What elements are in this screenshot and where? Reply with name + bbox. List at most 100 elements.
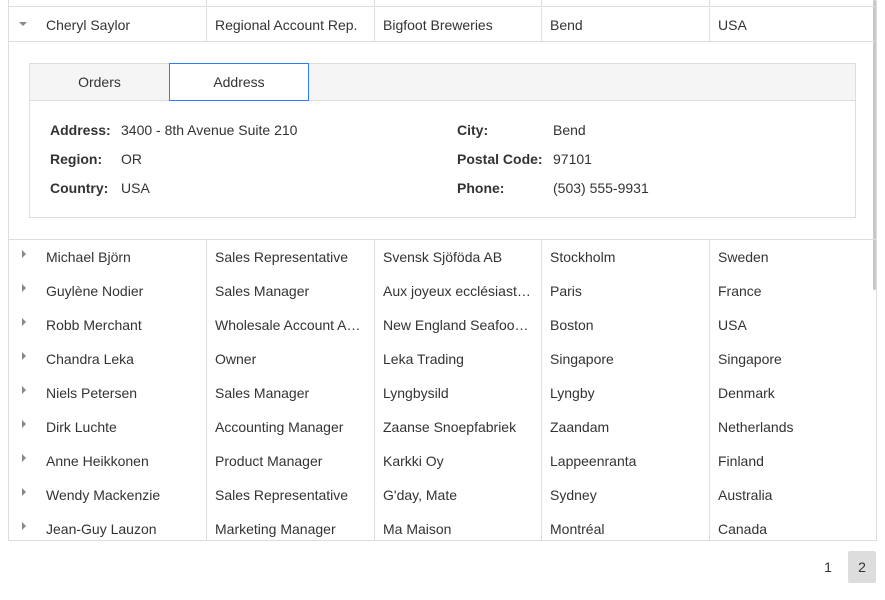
phone-value: (503) 555-9931: [553, 180, 649, 196]
tab-address[interactable]: Address: [169, 63, 309, 101]
table-row[interactable]: Michael Björn Sales Representative Svensk …: [9, 240, 876, 274]
address-field: Address: 3400 - 8th Avenue Suite 210: [50, 120, 297, 140]
region-field: Region: OR: [50, 149, 142, 169]
cell-country: Australia: [709, 478, 876, 512]
tabs-bar: Orders Address: [30, 63, 855, 101]
expand-toggle[interactable]: [9, 274, 38, 308]
cell-contact-name: Michael Björn: [46, 249, 131, 265]
cell-contact-title: Accounting Manager: [206, 410, 374, 444]
city-value: Bend: [553, 122, 586, 138]
country-value: USA: [121, 180, 150, 196]
cell-contact-title: Sales Representative: [206, 240, 374, 274]
caret-right-icon: [22, 284, 26, 292]
expand-toggle[interactable]: [9, 410, 38, 444]
table-row[interactable]: Dirk Luchte Accounting Manager Zaanse Snoe…: [9, 410, 876, 444]
cell-company-name: G'day, Mate: [374, 478, 541, 512]
expand-toggle[interactable]: [9, 444, 38, 478]
cell-country: USA: [709, 8, 876, 41]
cell-contact-name: Jean-Guy Lauzon: [46, 521, 157, 537]
cell-city: Lappeenranta: [541, 444, 709, 478]
caret-right-icon: [22, 386, 26, 394]
cell-city: Sydney: [541, 478, 709, 512]
cell-city: Paris: [541, 274, 709, 308]
cell-city: Singapore: [541, 342, 709, 376]
cell-contact-name: Cheryl Saylor: [46, 17, 131, 33]
cell-company-name: Lyngbysild: [374, 376, 541, 410]
pager: 1 2: [0, 541, 885, 600]
postal-code-label: Postal Code:: [457, 151, 543, 167]
table-row[interactable]: Guylène Nodier Sales Manager Aux joyeux ec…: [9, 274, 876, 308]
cell-country: USA: [709, 308, 876, 342]
cell-country: Netherlands: [709, 410, 876, 444]
cell-company-name: Aux joyeux ecclésiastiques: [374, 274, 541, 308]
cell-contact-title: Sales Representative: [206, 478, 374, 512]
country-label: Country:: [50, 180, 109, 196]
caret-right-icon: [22, 488, 26, 496]
cell-city: Stockholm: [541, 240, 709, 274]
page-2-button-current[interactable]: 2: [848, 551, 876, 583]
expand-toggle[interactable]: [9, 308, 38, 342]
postal-code-value: 97101: [553, 151, 592, 167]
cell-contact-title: Product Manager: [206, 444, 374, 478]
cell-company-name: Bigfoot Breweries: [374, 8, 541, 41]
cell-country: Denmark: [709, 376, 876, 410]
cell-contact-name: Robb Merchant: [46, 317, 142, 333]
cell-contact-title: Regional Account Rep.: [206, 8, 374, 41]
previous-row-stub: [9, 0, 876, 7]
caret-right-icon: [22, 420, 26, 428]
page-1-button[interactable]: 1: [814, 551, 842, 583]
expand-toggle[interactable]: [9, 376, 38, 410]
master-row-expanded[interactable]: Cheryl Saylor Regional Account Rep. Bigf…: [9, 8, 876, 42]
cell-contact-title: Sales Manager: [206, 274, 374, 308]
cell-company-name: New England Seafood Cannery: [374, 308, 541, 342]
grid: Cheryl Saylor Regional Account Rep. Bigf…: [8, 0, 877, 541]
cell-contact-title: Wholesale Account Agent: [206, 308, 374, 342]
cell-country: Sweden: [709, 240, 876, 274]
caret-right-icon: [22, 454, 26, 462]
region-label: Region:: [50, 151, 103, 167]
cell-city: Bend: [541, 8, 709, 41]
cell-city: Lyngby: [541, 376, 709, 410]
cell-company-name: Zaanse Snoepfabriek: [374, 410, 541, 444]
table-row[interactable]: Niels Petersen Sales Manager Lyngbysild Lyn…: [9, 376, 876, 410]
postal-code-field: Postal Code: 97101: [457, 149, 592, 169]
table-row[interactable]: Wendy Mackenzie Sales Representative G'day…: [9, 478, 876, 512]
region-value: OR: [121, 151, 142, 167]
cell-country: Finland: [709, 444, 876, 478]
phone-field: Phone: (503) 555-9931: [457, 178, 649, 198]
cell-contact-title: Marketing Manager: [206, 512, 374, 540]
cell-city: Zaandam: [541, 410, 709, 444]
expand-toggle[interactable]: [9, 512, 38, 540]
address-label: Address:: [50, 122, 111, 138]
cell-contact-title: Sales Manager: [206, 376, 374, 410]
cell-contact-name: Niels Petersen: [46, 385, 138, 401]
caret-right-icon: [22, 250, 26, 258]
cell-contact-title: Owner: [206, 342, 374, 376]
cell-city: Montréal: [541, 512, 709, 540]
address-value: 3400 - 8th Avenue Suite 210: [121, 122, 298, 138]
detail-row: Orders Address Address: 3400 - 8th Avenu…: [9, 43, 876, 240]
detail-tabstrip: Orders Address Address: 3400 - 8th Avenu…: [29, 63, 856, 218]
cell-contact-name: Wendy Mackenzie: [46, 487, 161, 503]
cell-contact-name: Anne Heikkonen: [46, 453, 149, 469]
cell-company-name: Svensk Sjöföda AB: [374, 240, 541, 274]
country-field: Country: USA: [50, 178, 150, 198]
cell-contact-name: Chandra Leka: [46, 351, 134, 367]
caret-down-icon: [19, 22, 27, 26]
expand-toggle[interactable]: [9, 342, 38, 376]
cell-contact-name: Guylène Nodier: [46, 283, 144, 299]
cell-company-name: Karkki Oy: [374, 444, 541, 478]
cell-country: Canada: [709, 512, 876, 540]
collapse-toggle[interactable]: [9, 8, 38, 41]
caret-right-icon: [22, 352, 26, 360]
table-row[interactable]: Jean-Guy Lauzon Marketing Manager Ma Maiso…: [9, 512, 876, 540]
tab-orders[interactable]: Orders: [30, 63, 169, 101]
expand-toggle[interactable]: [9, 240, 38, 274]
cell-country: Singapore: [709, 342, 876, 376]
table-row[interactable]: Anne Heikkonen Product Manager Karkki Oy La…: [9, 444, 876, 478]
phone-label: Phone:: [457, 180, 505, 196]
table-row[interactable]: Chandra Leka Owner Leka Trading Singapore Si…: [9, 342, 876, 376]
cell-contact-name: Dirk Luchte: [46, 419, 117, 435]
table-row[interactable]: Robb Merchant Wholesale Account Agent New …: [9, 308, 876, 342]
expand-toggle[interactable]: [9, 478, 38, 512]
